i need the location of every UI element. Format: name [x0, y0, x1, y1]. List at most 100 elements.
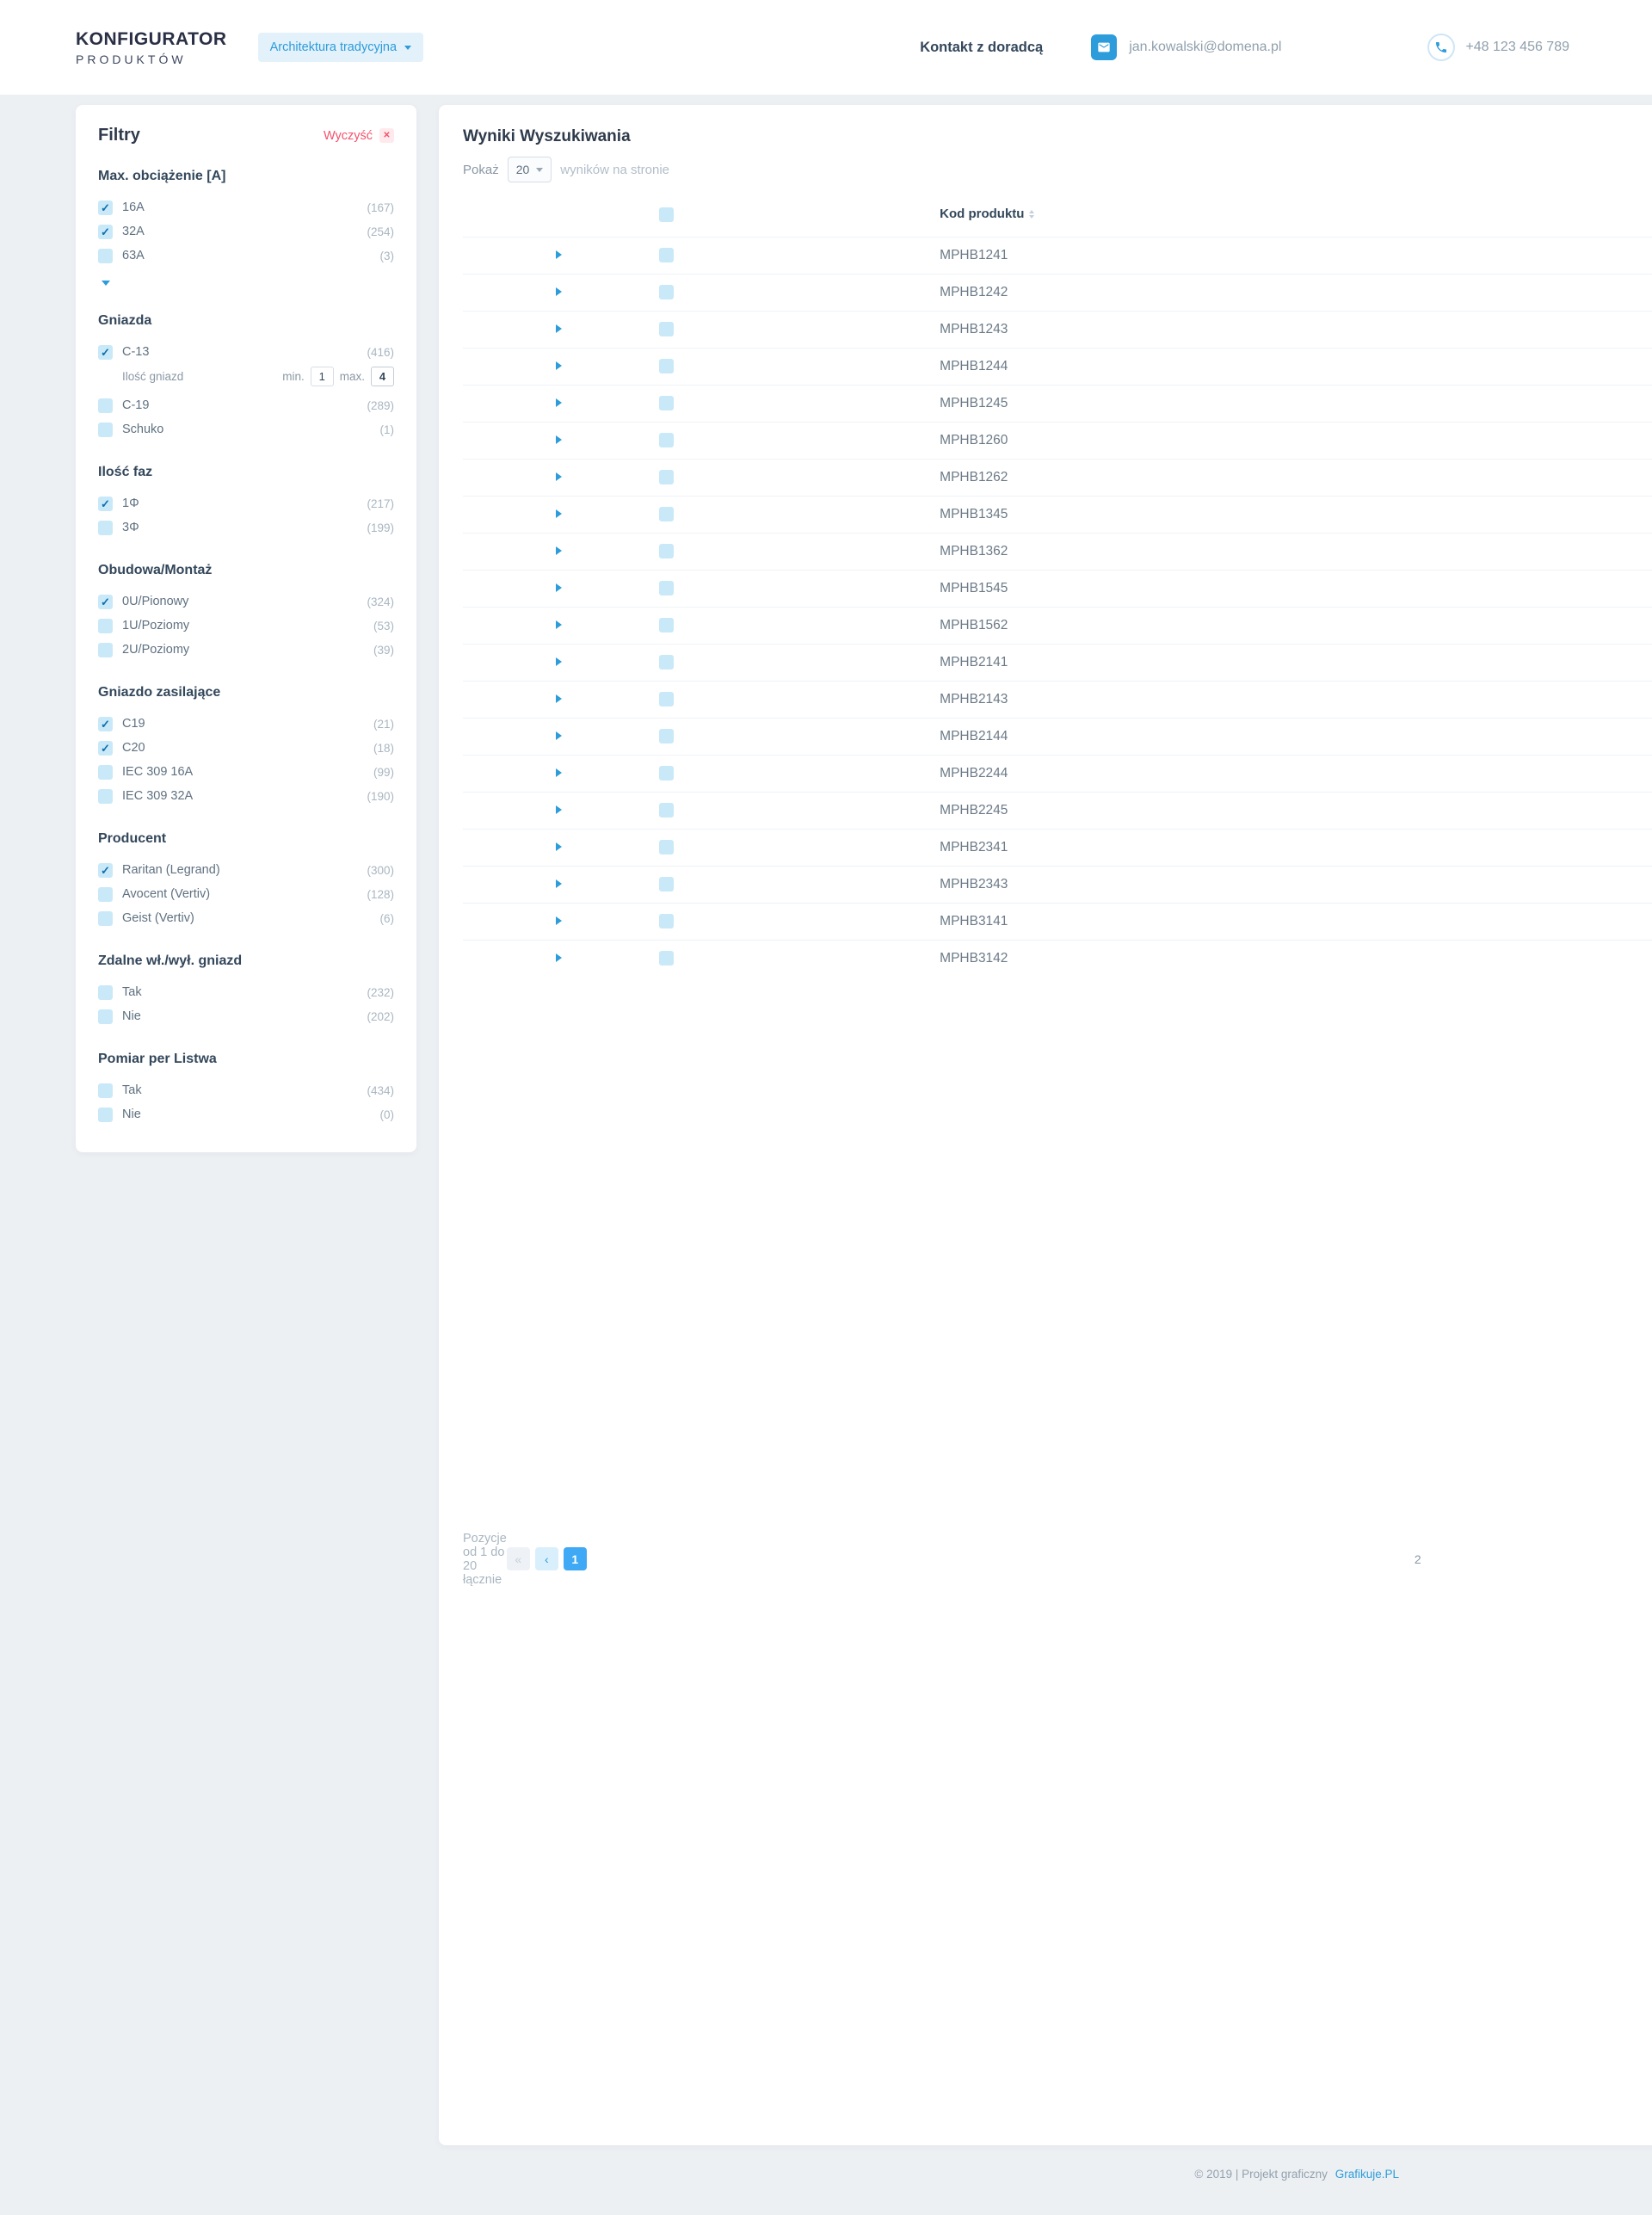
- checkbox[interactable]: [98, 863, 113, 878]
- row-checkbox[interactable]: [659, 581, 674, 595]
- filter-option[interactable]: C19(21): [98, 712, 394, 736]
- expand-row-cell[interactable]: [463, 533, 655, 570]
- row-checkbox[interactable]: [659, 433, 674, 447]
- checkbox[interactable]: [98, 345, 113, 360]
- checkbox[interactable]: [98, 765, 113, 780]
- checkbox[interactable]: [98, 497, 113, 511]
- expand-row-cell[interactable]: [463, 274, 655, 311]
- pagination-prev[interactable]: ‹: [535, 1547, 558, 1570]
- checkbox[interactable]: [98, 887, 113, 902]
- architecture-select[interactable]: Architektura tradycyjna: [258, 33, 423, 62]
- filter-option[interactable]: Tak(434): [98, 1078, 394, 1102]
- clear-filters-button[interactable]: Wyczyść ✕: [324, 128, 394, 143]
- row-checkbox[interactable]: [659, 729, 674, 743]
- filter-option[interactable]: Schuko(1): [98, 417, 394, 441]
- filter-option[interactable]: 1Φ(217): [98, 491, 394, 515]
- phone-group[interactable]: +48 123 456 789: [1427, 34, 1569, 61]
- pagination-page-1[interactable]: 1: [564, 1547, 587, 1570]
- row-checkbox[interactable]: [659, 803, 674, 818]
- filter-option[interactable]: Raritan (Legrand)(300): [98, 858, 394, 882]
- row-checkbox[interactable]: [659, 840, 674, 855]
- checkbox[interactable]: [98, 595, 113, 609]
- checkbox[interactable]: [98, 1009, 113, 1024]
- checkbox[interactable]: [98, 225, 113, 239]
- checkbox[interactable]: [98, 911, 113, 926]
- filter-option[interactable]: 32A(254): [98, 219, 394, 244]
- expand-row-cell[interactable]: [463, 348, 655, 385]
- contact-advisor-link[interactable]: Kontakt z doradcą: [920, 40, 1043, 56]
- expand-row-cell[interactable]: [463, 459, 655, 496]
- expand-row-cell[interactable]: [463, 903, 655, 940]
- checkbox[interactable]: [98, 201, 113, 215]
- row-checkbox[interactable]: [659, 396, 674, 410]
- filter-option[interactable]: 16A(167): [98, 195, 394, 219]
- filter-option[interactable]: 63A(3): [98, 244, 394, 268]
- expand-row-cell[interactable]: [463, 644, 655, 681]
- row-checkbox[interactable]: [659, 951, 674, 966]
- row-checkbox[interactable]: [659, 322, 674, 336]
- page-size-select[interactable]: 20: [508, 157, 552, 182]
- checkbox[interactable]: [98, 398, 113, 413]
- pagination-page-2[interactable]: 2: [592, 994, 1652, 2125]
- row-checkbox[interactable]: [659, 692, 674, 706]
- checkbox[interactable]: [98, 619, 113, 633]
- row-checkbox[interactable]: [659, 507, 674, 521]
- row-checkbox[interactable]: [659, 544, 674, 558]
- expand-row-cell[interactable]: [463, 422, 655, 459]
- checkbox[interactable]: [98, 423, 113, 437]
- row-checkbox[interactable]: [659, 914, 674, 929]
- select-all-checkbox[interactable]: [659, 207, 674, 222]
- filter-option[interactable]: Nie(202): [98, 1004, 394, 1028]
- checkbox[interactable]: [98, 789, 113, 804]
- filter-option[interactable]: Avocent (Vertiv)(128): [98, 882, 394, 906]
- expand-row-cell[interactable]: [463, 829, 655, 866]
- checkbox[interactable]: [98, 717, 113, 731]
- expand-row-cell[interactable]: [463, 607, 655, 644]
- footer-link[interactable]: Grafikuje.PL: [1335, 2168, 1399, 2181]
- expand-row-cell[interactable]: [463, 792, 655, 829]
- filter-option[interactable]: 0U/Pionowy(324): [98, 589, 394, 614]
- filter-option[interactable]: Tak(232): [98, 980, 394, 1004]
- expand-row-cell[interactable]: [463, 866, 655, 903]
- checkbox[interactable]: [98, 985, 113, 1000]
- filter-option[interactable]: Nie(0): [98, 1102, 394, 1126]
- expand-row-cell[interactable]: [463, 681, 655, 718]
- filter-option[interactable]: IEC 309 32A(190): [98, 784, 394, 808]
- expand-row-cell[interactable]: [463, 940, 655, 977]
- expand-row-cell[interactable]: [463, 718, 655, 755]
- checkbox[interactable]: [98, 1108, 113, 1122]
- sort-icon[interactable]: [1029, 210, 1034, 219]
- expand-row-cell[interactable]: [463, 237, 655, 274]
- expand-row-cell[interactable]: [463, 496, 655, 533]
- filter-option[interactable]: 1U/Poziomy(53): [98, 614, 394, 638]
- expand-row-cell[interactable]: [463, 755, 655, 792]
- filter-option[interactable]: C-19(289): [98, 393, 394, 417]
- expand-row-cell[interactable]: [463, 311, 655, 348]
- checkbox[interactable]: [98, 643, 113, 657]
- max-input[interactable]: [371, 367, 394, 386]
- min-input[interactable]: [311, 367, 334, 386]
- row-checkbox[interactable]: [659, 248, 674, 262]
- row-checkbox[interactable]: [659, 766, 674, 780]
- filter-option[interactable]: IEC 309 16A(99): [98, 760, 394, 784]
- filter-option[interactable]: 2U/Poziomy(39): [98, 638, 394, 662]
- filter-option[interactable]: Geist (Vertiv)(6): [98, 906, 394, 930]
- filter-option[interactable]: C-13(416): [98, 340, 394, 364]
- checkbox[interactable]: [98, 1083, 113, 1098]
- filter-option[interactable]: C20(18): [98, 736, 394, 760]
- expand-row-cell[interactable]: [463, 570, 655, 607]
- pagination-first[interactable]: «: [507, 1547, 530, 1570]
- checkbox[interactable]: [98, 741, 113, 756]
- filter-option[interactable]: 3Φ(199): [98, 515, 394, 540]
- expand-filter-options[interactable]: [102, 275, 110, 290]
- row-checkbox[interactable]: [659, 285, 674, 299]
- row-checkbox[interactable]: [659, 618, 674, 632]
- checkbox[interactable]: [98, 249, 113, 263]
- row-checkbox[interactable]: [659, 470, 674, 484]
- row-checkbox[interactable]: [659, 655, 674, 669]
- row-checkbox[interactable]: [659, 359, 674, 373]
- row-checkbox[interactable]: [659, 877, 674, 892]
- expand-row-cell[interactable]: [463, 385, 655, 422]
- email-group[interactable]: jan.kowalski@domena.pl: [1091, 34, 1281, 60]
- checkbox[interactable]: [98, 521, 113, 535]
